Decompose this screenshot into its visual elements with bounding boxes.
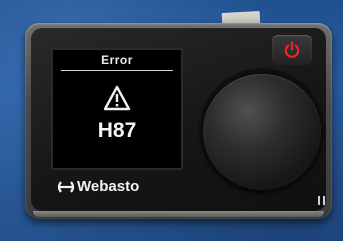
display-screen: Error H87	[51, 48, 183, 170]
device-bottom-edge	[33, 211, 324, 217]
device-face: Error H87 Webasto	[31, 28, 326, 211]
power-button[interactable]	[272, 35, 312, 65]
screen-divider	[61, 70, 173, 71]
brand-name: Webasto	[77, 178, 140, 195]
power-icon	[284, 41, 300, 58]
brand-logo: Webasto	[55, 178, 139, 195]
heater-controller: Error H87 Webasto	[25, 23, 332, 219]
warning-triangle-icon	[103, 85, 131, 111]
screen-title: Error	[101, 53, 133, 67]
error-code: H87	[97, 119, 137, 142]
control-knob[interactable]	[203, 74, 321, 190]
webasto-mark-icon	[57, 180, 75, 193]
pause-marks-icon	[317, 196, 327, 206]
